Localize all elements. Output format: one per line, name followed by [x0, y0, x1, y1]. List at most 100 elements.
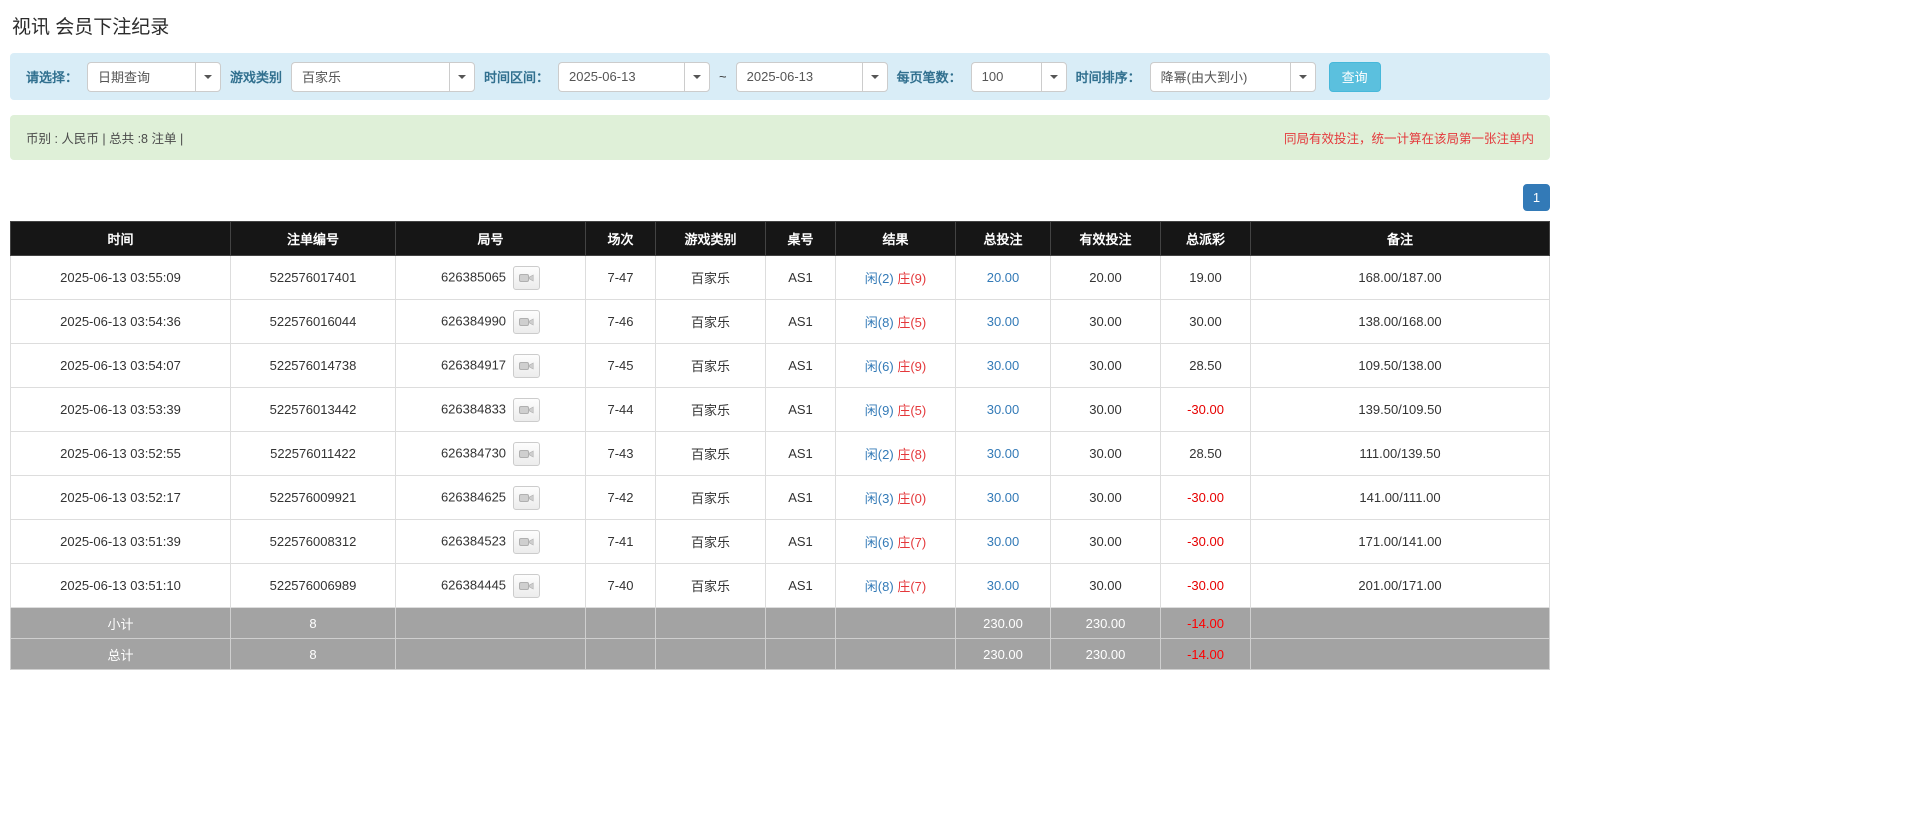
summary-valid-bet-cell: 230.00 [1051, 608, 1161, 639]
summary-payout-cell: -14.00 [1161, 639, 1251, 670]
table-row: 2025-06-13 03:55:09 522576017401 6263850… [11, 256, 1550, 300]
date-to-dropdown-button[interactable] [862, 62, 888, 92]
time-cell: 2025-06-13 03:52:17 [11, 476, 231, 520]
video-camera-icon [519, 580, 534, 592]
round-id: 626384730 [441, 445, 506, 460]
video-camera-icon [519, 536, 534, 548]
column-header: 有效投注 [1051, 222, 1161, 256]
round-id: 626384625 [441, 489, 506, 504]
replay-video-button[interactable] [513, 530, 540, 554]
result-banker: 庄(9) [897, 359, 926, 374]
date-from-picker [558, 62, 710, 92]
result-banker: 庄(5) [897, 403, 926, 418]
date-from-dropdown-button[interactable] [684, 62, 710, 92]
table-row: 2025-06-13 03:51:10 522576006989 6263844… [11, 564, 1550, 608]
total-bet-cell: 30.00 [956, 564, 1051, 608]
game-type-dropdown-button[interactable] [449, 62, 475, 92]
game-type-cell: 百家乐 [656, 476, 766, 520]
time-cell: 2025-06-13 03:51:10 [11, 564, 231, 608]
total-bet-link[interactable]: 30.00 [987, 534, 1020, 549]
game-type-cell: 百家乐 [656, 388, 766, 432]
round-cell: 626384990 [396, 300, 586, 344]
total-bet-link[interactable]: 30.00 [987, 490, 1020, 505]
page-size-value[interactable] [971, 62, 1041, 92]
total-bet-link[interactable]: 20.00 [987, 270, 1020, 285]
time-cell: 2025-06-13 03:54:07 [11, 344, 231, 388]
date-range-label: 时间区间： [484, 67, 549, 86]
table-number-cell: AS1 [766, 388, 836, 432]
replay-video-button[interactable] [513, 442, 540, 466]
date-to-input[interactable] [736, 62, 862, 92]
summary-valid-bet-cell: 230.00 [1051, 639, 1161, 670]
chevron-down-icon [871, 75, 879, 79]
empty-cell [836, 608, 956, 639]
empty-cell [656, 608, 766, 639]
chevron-down-icon [204, 75, 212, 79]
remark-cell: 111.00/139.50 [1251, 432, 1550, 476]
bet-id-cell: 522576011422 [231, 432, 396, 476]
payout-cell: -30.00 [1161, 564, 1251, 608]
empty-cell [1251, 608, 1550, 639]
sort-order-select [1150, 62, 1316, 92]
result-cell: 闲(8) 庄(5) [836, 300, 956, 344]
result-cell: 闲(9) 庄(5) [836, 388, 956, 432]
valid-bet-cell: 30.00 [1051, 344, 1161, 388]
date-to-picker [736, 62, 888, 92]
search-button[interactable]: 查询 [1329, 62, 1381, 92]
total-bet-link[interactable]: 30.00 [987, 446, 1020, 461]
payout-cell: -30.00 [1161, 388, 1251, 432]
session-cell: 7-41 [586, 520, 656, 564]
video-camera-icon [519, 316, 534, 328]
round-cell: 626385065 [396, 256, 586, 300]
query-type-label: 请选择： [26, 67, 78, 86]
replay-video-button[interactable] [513, 398, 540, 422]
date-from-input[interactable] [558, 62, 684, 92]
time-cell: 2025-06-13 03:52:55 [11, 432, 231, 476]
total-bet-cell: 30.00 [956, 476, 1051, 520]
filter-bar: 请选择： 游戏类别 时间区间： ~ 每页笔数： 时间排序： [10, 53, 1550, 100]
video-camera-icon [519, 360, 534, 372]
result-banker: 庄(0) [897, 491, 926, 506]
column-header: 结果 [836, 222, 956, 256]
game-type-value[interactable] [291, 62, 449, 92]
query-type-dropdown-button[interactable] [195, 62, 221, 92]
sort-order-dropdown-button[interactable] [1290, 62, 1316, 92]
replay-video-button[interactable] [513, 310, 540, 334]
empty-cell [586, 639, 656, 670]
remark-cell: 109.50/138.00 [1251, 344, 1550, 388]
replay-video-button[interactable] [513, 266, 540, 290]
session-cell: 7-47 [586, 256, 656, 300]
sort-order-value[interactable] [1150, 62, 1290, 92]
page-1-button[interactable]: 1 [1523, 184, 1550, 211]
summary-row: 小计 8 230.00 230.00 -14.00 [11, 608, 1550, 639]
table-number-cell: AS1 [766, 520, 836, 564]
page-size-dropdown-button[interactable] [1041, 62, 1067, 92]
total-bet-link[interactable]: 30.00 [987, 402, 1020, 417]
result-banker: 庄(9) [897, 271, 926, 286]
payout-cell: 28.50 [1161, 432, 1251, 476]
total-bet-link[interactable]: 30.00 [987, 314, 1020, 329]
replay-video-button[interactable] [513, 486, 540, 510]
payout-cell: 19.00 [1161, 256, 1251, 300]
sort-order-label: 时间排序： [1076, 67, 1141, 86]
table-row: 2025-06-13 03:53:39 522576013442 6263848… [11, 388, 1550, 432]
total-bet-link[interactable]: 30.00 [987, 358, 1020, 373]
round-cell: 626384445 [396, 564, 586, 608]
replay-video-button[interactable] [513, 574, 540, 598]
result-banker: 庄(8) [897, 447, 926, 462]
column-header: 总投注 [956, 222, 1051, 256]
payout-cell: -30.00 [1161, 476, 1251, 520]
total-bet-cell: 30.00 [956, 300, 1051, 344]
total-bet-link[interactable]: 30.00 [987, 578, 1020, 593]
summary-total-bet-cell: 230.00 [956, 639, 1051, 670]
result-player: 闲(9) [865, 403, 894, 418]
session-cell: 7-46 [586, 300, 656, 344]
query-type-value[interactable] [87, 62, 195, 92]
table-row: 2025-06-13 03:54:07 522576014738 6263849… [11, 344, 1550, 388]
empty-cell [836, 639, 956, 670]
remark-cell: 141.00/111.00 [1251, 476, 1550, 520]
round-id: 626384445 [441, 577, 506, 592]
result-banker: 庄(5) [897, 315, 926, 330]
replay-video-button[interactable] [513, 354, 540, 378]
result-player: 闲(8) [865, 315, 894, 330]
